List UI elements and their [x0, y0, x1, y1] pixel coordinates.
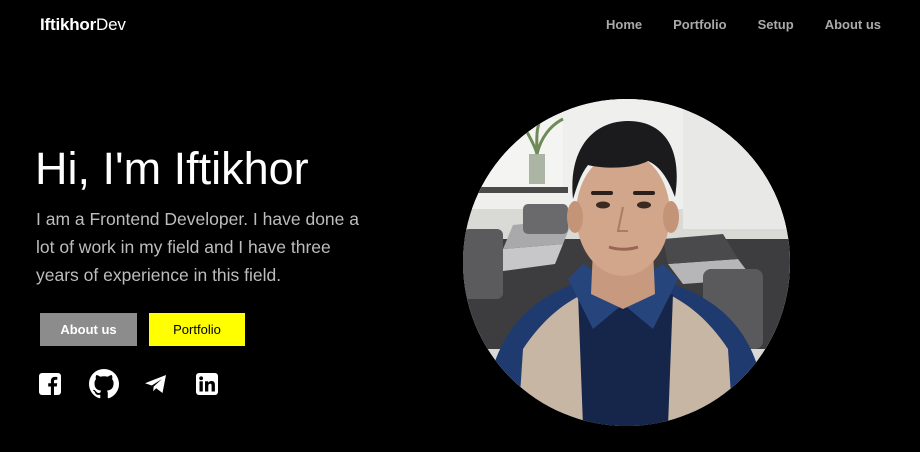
- about-us-button[interactable]: About us: [40, 313, 137, 346]
- telegram-icon[interactable]: [144, 374, 168, 394]
- portfolio-button[interactable]: Portfolio: [149, 313, 245, 346]
- nav-item-home[interactable]: Home: [606, 17, 642, 32]
- linkedin-icon[interactable]: [196, 373, 218, 395]
- logo-link[interactable]: IftikhorDev: [40, 15, 126, 35]
- profile-photo-illustration: [463, 99, 790, 426]
- profile-photo: [463, 99, 790, 426]
- facebook-icon[interactable]: [39, 373, 61, 395]
- nav-item-setup[interactable]: Setup: [758, 17, 794, 32]
- logo-light-text: Dev: [96, 15, 126, 34]
- logo-bold-text: Iftikhor: [40, 15, 97, 34]
- nav-item-portfolio[interactable]: Portfolio: [673, 17, 726, 32]
- nav-item-about-us[interactable]: About us: [825, 17, 881, 32]
- top-nav: Home Portfolio Setup About us: [606, 17, 881, 32]
- social-links: [37, 369, 218, 399]
- hero-description: I am a Frontend Developer. I have done a…: [36, 209, 359, 285]
- hero-title: Hi, I'm Iftikhor: [35, 143, 309, 194]
- github-icon[interactable]: [89, 369, 119, 399]
